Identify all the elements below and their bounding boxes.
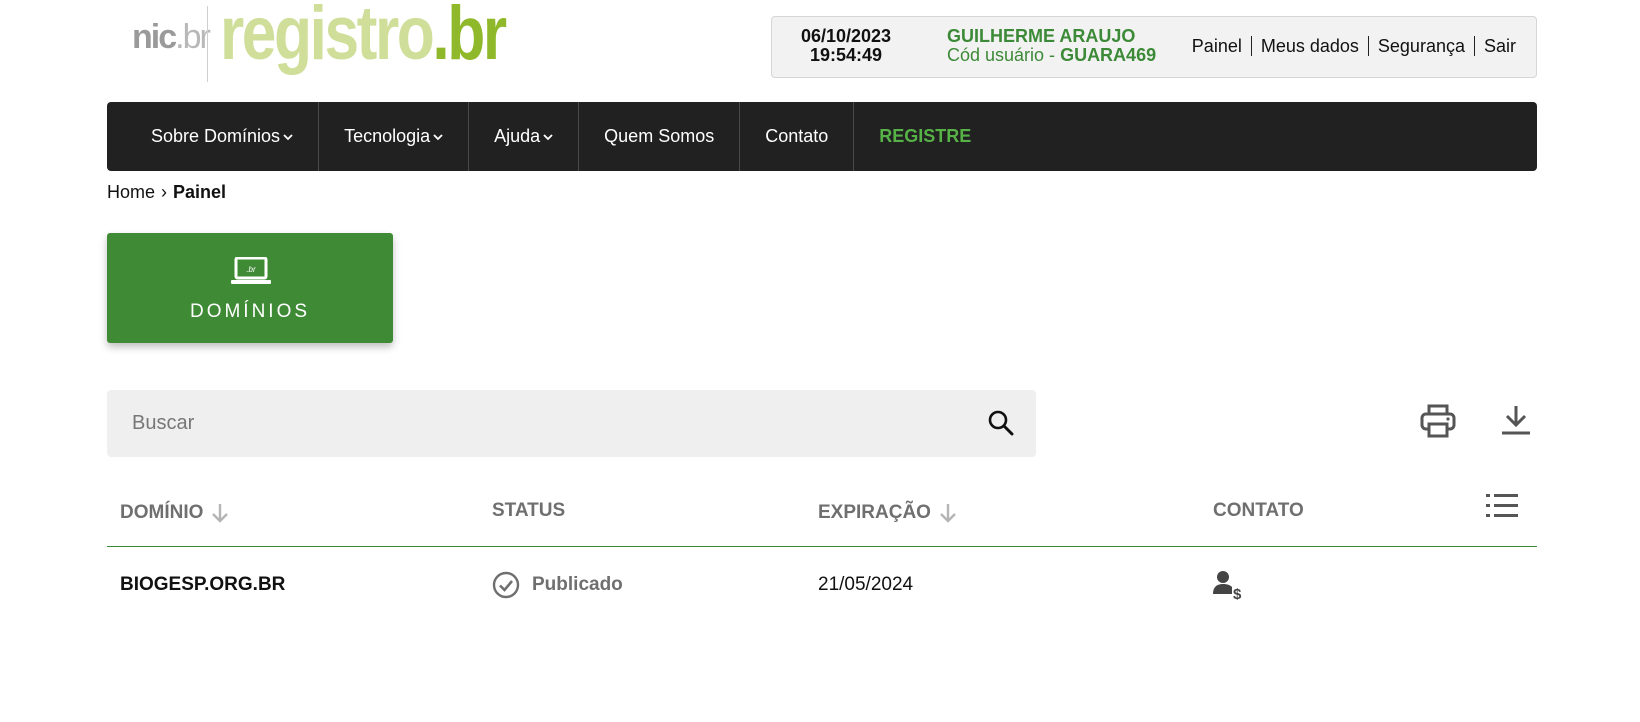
status-text: Publicado — [532, 574, 623, 595]
session-datetime: 06/10/2023 19:54:49 — [772, 27, 920, 65]
contact-cell: $ — [1213, 560, 1245, 610]
breadcrumb: Home › Painel — [107, 182, 226, 203]
column-list-icon[interactable] — [1486, 493, 1518, 519]
link-sair[interactable]: Sair — [1473, 36, 1516, 56]
nav-label: Tecnologia — [344, 126, 431, 146]
nav-tecnologia[interactable]: Tecnologia — [319, 102, 470, 171]
nav-label: Ajuda — [494, 126, 541, 146]
chevron-down-icon — [433, 134, 443, 141]
table-row: BIOGESP.ORG.BR Publicado 21/05/2024 $ — [107, 560, 1537, 610]
chevron-down-icon — [283, 134, 293, 141]
registro-text: registro — [220, 0, 435, 76]
session-date: 06/10/2023 — [800, 26, 892, 46]
header-domain[interactable]: DOMÍNIO — [120, 502, 229, 524]
chevron-down-icon — [543, 134, 553, 141]
search-input[interactable] — [107, 390, 967, 457]
nic-br-logo: nic.br — [132, 18, 211, 57]
nav-contato[interactable]: Contato — [740, 102, 855, 171]
expiration-cell: 21/05/2024 — [818, 574, 914, 595]
nav-quem-somos[interactable]: Quem Somos — [579, 102, 741, 171]
domain-cell[interactable]: BIOGESP.ORG.BR — [120, 560, 285, 610]
search-icon[interactable] — [988, 410, 1014, 436]
header-domain-label: DOMÍNIO — [120, 502, 204, 523]
nav-label: REGISTRE — [879, 126, 972, 146]
user-code: GUARA469 — [1060, 45, 1157, 65]
logo-divider — [207, 6, 208, 82]
svg-text:$: $ — [1233, 586, 1242, 600]
registro-br-logo[interactable]: nic.br registro.br — [132, 0, 507, 86]
search-bar — [107, 390, 1036, 457]
nav-ajuda[interactable]: Ajuda — [469, 102, 580, 171]
table-header: DOMÍNIO STATUS EXPIRAÇÃO CONTATO — [107, 488, 1537, 547]
dominios-tile-label: DOMÍNIOS — [189, 301, 311, 322]
download-icon[interactable] — [1500, 404, 1532, 436]
status-cell: Publicado — [492, 560, 623, 610]
nav-label: Contato — [765, 126, 829, 146]
user-name: GUILHERME ARAUJO — [947, 26, 1136, 46]
nic-text: nic — [132, 18, 177, 56]
link-seguranca[interactable]: Segurança — [1367, 36, 1474, 56]
session-time: 19:54:49 — [809, 45, 883, 65]
link-painel[interactable]: Painel — [1183, 36, 1251, 56]
registro-wordmark: registro.br — [220, 0, 507, 72]
sort-arrow-down-icon[interactable] — [939, 503, 957, 523]
user-code-label: Cód usuário - — [947, 45, 1061, 65]
breadcrumb-home[interactable]: Home — [107, 182, 155, 202]
user-info-box: 06/10/2023 19:54:49 GUILHERME ARAUJO Cód… — [771, 16, 1537, 78]
header-expiration-label: EXPIRAÇÃO — [818, 502, 931, 523]
laptop-icon-text: .br — [246, 265, 256, 274]
link-meus-dados[interactable]: Meus dados — [1250, 36, 1368, 56]
header-contact: CONTATO — [1213, 500, 1304, 522]
header-contact-label: CONTATO — [1213, 500, 1304, 521]
print-icon[interactable] — [1420, 404, 1456, 438]
dominios-tile-button[interactable]: .br DOMÍNIOS — [107, 233, 393, 343]
header-status-label: STATUS — [492, 500, 566, 521]
breadcrumb-current: Painel — [173, 182, 227, 202]
breadcrumb-separator: › — [161, 182, 168, 202]
user-identity: GUILHERME ARAUJO Cód usuário - GUARA469 — [947, 27, 1156, 65]
nav-registre[interactable]: REGISTRE — [854, 102, 996, 171]
nav-label: Sobre Domínios — [151, 126, 281, 146]
check-circle-icon — [492, 571, 520, 599]
sort-arrow-down-icon[interactable] — [211, 503, 229, 523]
header-expiration[interactable]: EXPIRAÇÃO — [818, 502, 957, 524]
user-links: Painel Meus dados Segurança Sair — [1183, 36, 1516, 56]
header-status: STATUS — [492, 500, 565, 522]
nav-label: Quem Somos — [604, 126, 715, 146]
registro-br-text: .br — [432, 0, 507, 76]
laptop-icon: .br — [231, 257, 271, 284]
nav-sobre-dominios[interactable]: Sobre Domínios — [107, 102, 320, 171]
main-nav: Sobre Domínios Tecnologia Ajuda Quem Som… — [107, 102, 1537, 171]
billing-contact-icon[interactable]: $ — [1213, 570, 1245, 600]
nic-br-text: .br — [175, 18, 211, 56]
